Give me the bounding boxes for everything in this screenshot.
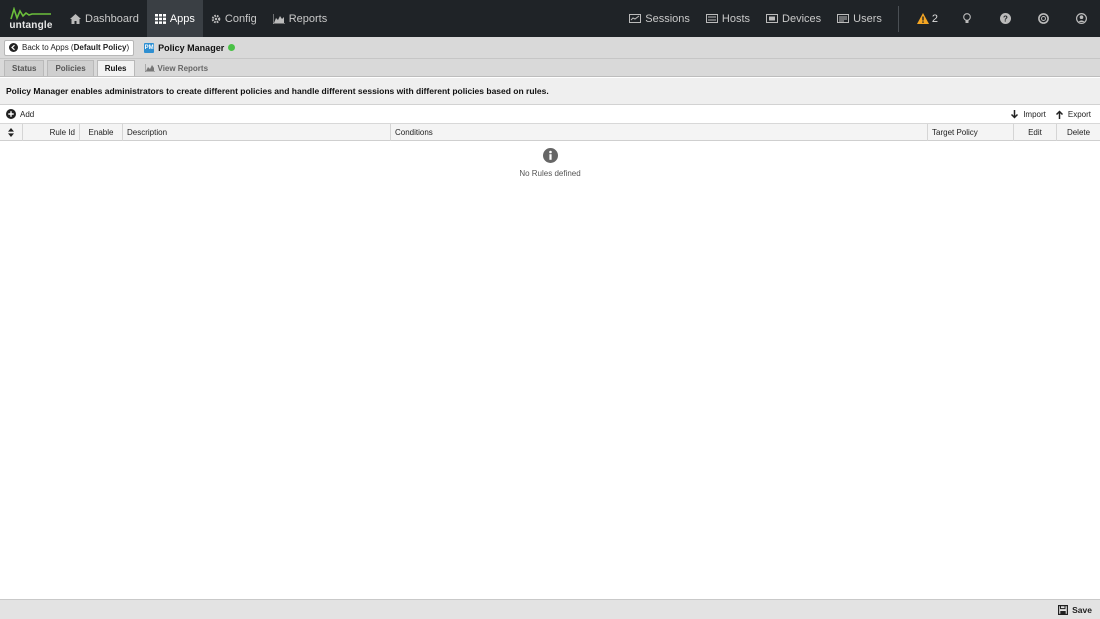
grid-icon xyxy=(154,13,166,24)
back-policy-name: Default Policy xyxy=(73,43,127,52)
sort-icon xyxy=(8,128,14,137)
nav-dashboard-label: Dashboard xyxy=(85,12,139,25)
untangle-logo[interactable]: untangle xyxy=(0,0,62,37)
life-ring-icon xyxy=(1037,13,1049,24)
back-prefix: Back to Apps ( xyxy=(22,43,74,52)
import-button[interactable]: Import xyxy=(1010,109,1046,119)
nav-users[interactable]: Users xyxy=(829,0,890,37)
nav-reports[interactable]: Reports xyxy=(265,0,336,37)
save-button[interactable]: Save xyxy=(1058,605,1092,615)
logo-text: untangle xyxy=(9,19,53,31)
nav-dashboard[interactable]: Dashboard xyxy=(62,0,147,37)
back-to-apps-button[interactable]: Back to Apps (Default Policy) xyxy=(4,39,135,56)
area-chart-icon xyxy=(144,64,155,72)
area-chart-icon xyxy=(272,13,285,24)
top-navbar: untangle Dashboard Apps Config Reports S… xyxy=(0,0,1100,37)
arrow-left-circle-icon xyxy=(9,43,18,52)
grid-toolbar: Add Import Export xyxy=(0,105,1100,124)
home-icon xyxy=(70,13,81,24)
nav-devices-label: Devices xyxy=(782,12,822,25)
app-title: PM Policy Manager xyxy=(144,42,236,53)
page-description: Policy Manager enables administrators to… xyxy=(0,78,1100,105)
tab-view-reports[interactable]: View Reports xyxy=(138,60,216,76)
nav-sessions[interactable]: Sessions xyxy=(621,0,698,37)
account-button[interactable] xyxy=(1062,0,1100,37)
nav-config[interactable]: Config xyxy=(203,0,265,37)
warning-icon xyxy=(916,13,929,24)
user-circle-icon xyxy=(1075,13,1087,24)
tab-status[interactable]: Status xyxy=(4,60,45,76)
nav-divider xyxy=(897,5,899,32)
tips-button[interactable] xyxy=(948,0,986,37)
rules-grid-header: Rule Id Enable Description Conditions Ta… xyxy=(0,124,1100,141)
gear-icon xyxy=(211,14,221,23)
nav-apps-label: Apps xyxy=(169,12,195,25)
status-indicator xyxy=(228,44,236,51)
tab-bar: Status Policies Rules View Reports xyxy=(0,59,1100,77)
nav-apps[interactable]: Apps xyxy=(146,0,203,37)
help-button[interactable]: ? xyxy=(986,0,1024,37)
breadcrumb: Back to Apps (Default Policy) PM Policy … xyxy=(0,37,1100,59)
nav-hosts[interactable]: Hosts xyxy=(698,0,758,37)
nav-users-label: Users xyxy=(853,12,882,25)
users-icon xyxy=(837,14,850,23)
column-reorder[interactable] xyxy=(0,124,23,141)
column-delete[interactable]: Delete xyxy=(1057,124,1100,141)
plus-circle-icon xyxy=(6,109,16,119)
empty-state-text: No Rules defined xyxy=(519,169,581,178)
sessions-icon xyxy=(629,14,642,23)
policy-manager-app-icon: PM xyxy=(144,42,155,53)
nav-right-group: Sessions Hosts Devices Users 2 ? xyxy=(621,0,1100,37)
bottom-bar: Save xyxy=(0,599,1100,619)
info-icon xyxy=(542,148,558,163)
save-icon xyxy=(1058,604,1069,615)
hosts-icon xyxy=(705,14,718,23)
support-button[interactable] xyxy=(1024,0,1062,37)
alert-count: 2 xyxy=(931,12,938,25)
back-suffix: ) xyxy=(126,43,130,52)
export-button[interactable]: Export xyxy=(1055,110,1091,119)
devices-icon xyxy=(766,14,779,23)
nav-devices[interactable]: Devices xyxy=(758,0,829,37)
add-rule-label: Add xyxy=(20,109,35,119)
column-description[interactable]: Description xyxy=(123,124,391,141)
column-target-policy[interactable]: Target Policy xyxy=(928,124,1014,141)
app-name: Policy Manager xyxy=(158,42,225,53)
logo-wave-icon xyxy=(10,6,51,20)
nav-hosts-label: Hosts xyxy=(721,12,751,25)
add-rule-button[interactable]: Add xyxy=(6,109,34,119)
column-enable[interactable]: Enable xyxy=(80,124,123,141)
arrow-down-icon xyxy=(1011,109,1019,119)
toolbar-right-group: Import Export xyxy=(1010,109,1100,119)
column-conditions[interactable]: Conditions xyxy=(391,124,928,141)
column-edit[interactable]: Edit xyxy=(1014,124,1057,141)
nav-sessions-label: Sessions xyxy=(645,12,690,25)
empty-state: No Rules defined xyxy=(0,148,1100,178)
import-label: Import xyxy=(1023,109,1046,119)
nav-config-label: Config xyxy=(224,12,257,25)
save-label: Save xyxy=(1072,604,1092,615)
help-icon: ? xyxy=(999,13,1011,24)
lightbulb-icon xyxy=(963,13,971,23)
alerts-button[interactable]: 2 xyxy=(907,0,948,37)
tab-view-reports-label: View Reports xyxy=(157,63,209,73)
svg-text:?: ? xyxy=(1003,14,1008,23)
nav-reports-label: Reports xyxy=(288,12,328,25)
tab-rules[interactable]: Rules xyxy=(96,60,135,76)
export-label: Export xyxy=(1067,109,1091,119)
tab-policies[interactable]: Policies xyxy=(47,60,94,76)
column-rule-id[interactable]: Rule Id xyxy=(23,124,80,141)
arrow-up-icon xyxy=(1055,109,1063,119)
